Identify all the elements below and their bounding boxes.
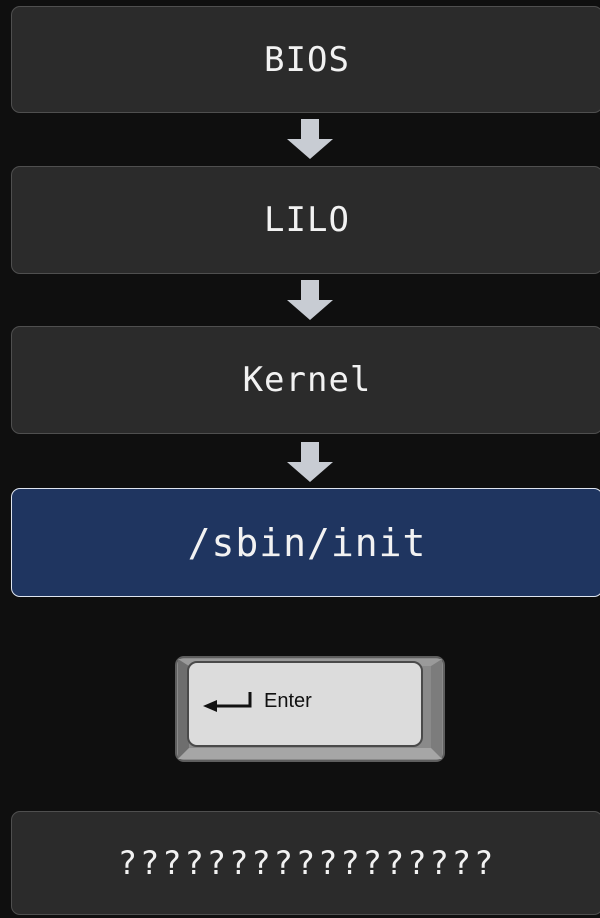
down-arrow-icon <box>287 119 333 159</box>
enter-key-label: Enter <box>264 690 312 712</box>
boot-stage-unknown: ????????????????? <box>11 811 600 915</box>
boot-stage-bios: BIOS <box>11 6 600 113</box>
boot-stage-init: /sbin/init <box>11 488 600 597</box>
stage-label: LILO <box>264 200 350 240</box>
down-arrow-icon <box>287 280 333 320</box>
boot-stage-lilo: LILO <box>11 166 600 274</box>
stage-label: BIOS <box>264 39 350 80</box>
stage-label: ????????????????? <box>117 844 497 882</box>
stage-label: Kernel <box>242 360 372 400</box>
down-arrow-icon <box>287 442 333 482</box>
boot-stage-kernel: Kernel <box>11 326 600 434</box>
stage-label: /sbin/init <box>187 520 427 565</box>
